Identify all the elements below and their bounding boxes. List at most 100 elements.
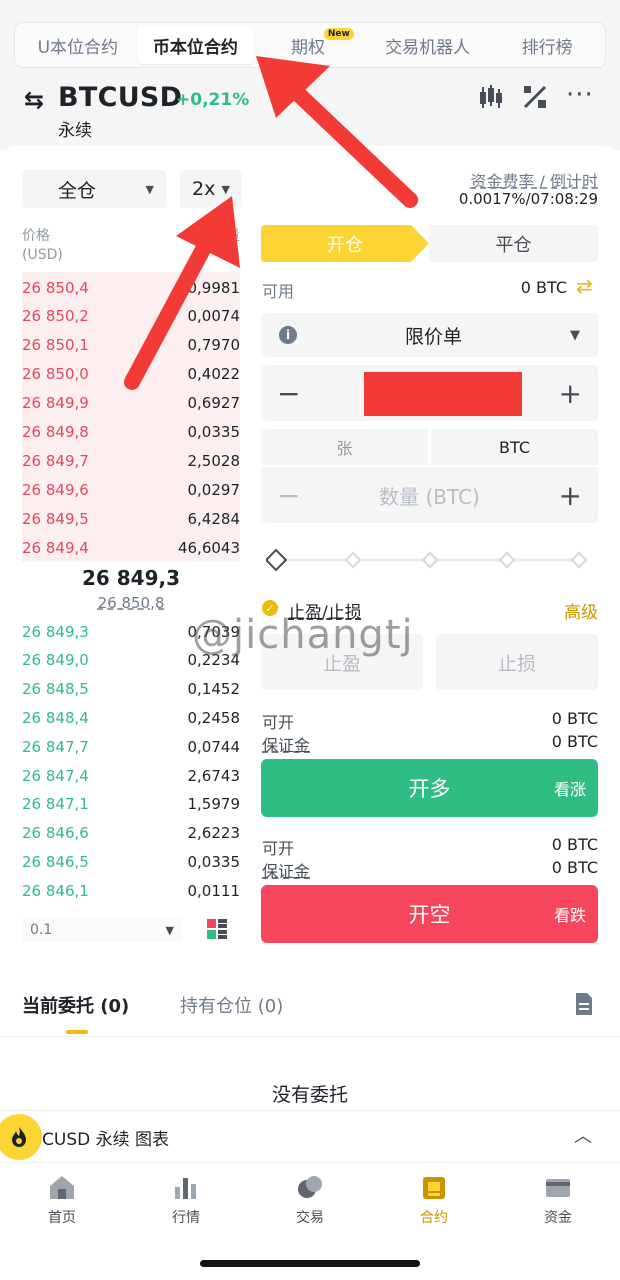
quantity-input[interactable]: 数量 (BTC) — [379, 481, 480, 510]
bid-qty: 2,6223 — [187, 824, 241, 843]
bid-row[interactable]: 26 847,4 2,6743 — [22, 761, 240, 790]
ask-row[interactable]: 26 849,8 0,0335 — [22, 418, 240, 447]
ask-row[interactable]: 26 849,6 0,0297 — [22, 475, 240, 504]
bid-price: 26 846,5 — [22, 852, 89, 871]
bid-price: 26 847,1 — [22, 795, 89, 814]
ask-row[interactable]: 26 849,4 46,6043 — [22, 533, 240, 562]
nav-home[interactable]: 首页 — [0, 1163, 124, 1242]
last-price: 26 849,3 — [81, 566, 181, 590]
chevron-up-icon[interactable]: ︿ — [574, 1122, 592, 1148]
bid-qty: 0,0744 — [187, 737, 241, 756]
bid-row[interactable]: 26 848,4 0,2458 — [22, 703, 240, 732]
ask-row[interactable]: 26 850,4 0,9981 — [22, 273, 240, 302]
caret-down-icon: ▼ — [569, 327, 580, 343]
ask-price: 26 849,7 — [22, 451, 89, 470]
bullish-label: 看涨 — [553, 780, 586, 799]
ask-row[interactable]: 26 849,7 2,5028 — [22, 446, 240, 475]
trade-icon — [298, 1176, 322, 1198]
bid-row[interactable]: 26 846,1 0,0111 — [22, 876, 240, 905]
ask-qty: 0,0335 — [187, 423, 241, 441]
open-short-label: 开空 — [408, 903, 451, 927]
price-header-label: 价格 — [22, 228, 50, 244]
tab-usdt-m[interactable]: U本位合约 — [19, 26, 137, 64]
price-increase-button[interactable]: + — [559, 377, 582, 410]
bid-row[interactable]: 26 846,5 0,0335 — [22, 847, 240, 876]
price-change: +0,21% — [176, 90, 250, 110]
stop-loss-input[interactable]: 止损 — [436, 634, 598, 690]
qty-header-unit: C) — [224, 247, 240, 263]
symbol-name[interactable]: BTCUSD — [58, 82, 182, 113]
divider — [0, 1036, 620, 1037]
ask-qty: 2,5028 — [187, 451, 241, 470]
tab-open-orders[interactable]: 当前委托 (0) — [22, 992, 129, 1018]
qty-increase-button[interactable]: + — [559, 479, 582, 512]
ask-row[interactable]: 26 849,9 0,6927 — [22, 389, 240, 418]
ask-price: 26 850,0 — [22, 365, 89, 384]
nav-futures[interactable]: 合约 — [372, 1163, 496, 1242]
unit-tabs: 张 BTC — [261, 429, 598, 465]
amount-slider[interactable] — [266, 548, 592, 572]
ask-row[interactable]: 26 850,2 0,0074 — [22, 302, 240, 331]
ask-price: 26 849,6 — [22, 480, 89, 499]
ask-price: 26 849,9 — [22, 394, 89, 413]
ask-row[interactable]: 26 849,5 6,4284 — [22, 504, 240, 533]
ask-row[interactable]: 26 850,0 0,4022 — [22, 360, 240, 389]
tab-trading-bots[interactable]: 交易机器人 — [362, 26, 494, 64]
home-icon — [50, 1176, 74, 1199]
nav-wallet[interactable]: 资金 — [496, 1163, 620, 1242]
transfer-icon[interactable]: ⇄ — [576, 274, 593, 298]
margin-mode-dropdown[interactable]: 全仓 ▼ — [22, 170, 166, 208]
flame-glyph — [12, 1127, 26, 1147]
open-long-label: 开多 — [408, 777, 451, 801]
precision-dropdown[interactable]: 0.1 ▼ — [22, 918, 182, 942]
tab-leaderboard[interactable]: 排行榜 — [493, 26, 601, 64]
close-position-tab[interactable]: 平仓 — [429, 225, 598, 262]
order-type-dropdown[interactable]: i 限价单 ▼ — [261, 313, 598, 357]
short-margin-value: 0 BTC — [551, 858, 598, 877]
swap-symbol-icon[interactable]: ⇆ — [24, 86, 44, 114]
unit-tab-btc[interactable]: BTC — [431, 429, 598, 465]
available-label: 可用 — [262, 282, 295, 301]
advanced-link[interactable]: 高级 — [540, 598, 598, 623]
open-long-button[interactable]: 开多 看涨 — [261, 759, 598, 817]
unit-tab-contracts[interactable]: 张 — [261, 429, 428, 465]
more-icon[interactable]: ··· — [566, 80, 594, 110]
leverage-dropdown[interactable]: 2x ▼ — [180, 170, 242, 208]
bid-row[interactable]: 26 846,6 2,6223 — [22, 819, 240, 848]
bid-row[interactable]: 26 847,7 0,0744 — [22, 732, 240, 761]
bid-row[interactable]: 26 847,1 1,5979 — [22, 790, 240, 819]
futures-icon — [423, 1177, 445, 1199]
precision-label: 0.1 — [30, 922, 53, 938]
available-value: 0 BTC — [520, 278, 567, 297]
funding-rate-label[interactable]: 资金费率 / 倒计时 — [300, 168, 598, 192]
open-close-switch: 开仓 平仓 — [261, 225, 598, 262]
orderbook-layout-icon[interactable] — [206, 918, 228, 940]
ask-row[interactable]: 26 850,1 0,7970 — [22, 331, 240, 360]
info-icon[interactable]: i — [279, 326, 297, 344]
leverage-label: 2x — [192, 178, 216, 200]
long-margin-value: 0 BTC — [551, 732, 598, 751]
price-decrease-button[interactable]: − — [277, 377, 300, 410]
markets-icon — [175, 1178, 196, 1199]
candlestick-icon[interactable] — [478, 84, 504, 110]
long-can-open-value: 0 BTC — [551, 709, 598, 728]
caret-down-icon: ▼ — [221, 182, 230, 196]
qty-decrease-button[interactable]: − — [277, 479, 300, 512]
open-short-button[interactable]: 开空 看跌 — [261, 885, 598, 943]
ask-price: 26 850,2 — [22, 307, 89, 326]
order-history-icon[interactable] — [574, 992, 594, 1016]
ask-price: 26 850,4 — [22, 278, 89, 297]
tab-label: 币本位合约 — [152, 37, 238, 58]
nav-trade[interactable]: 交易 — [248, 1163, 372, 1242]
mark-price[interactable]: 26 850,8 — [22, 594, 240, 612]
sticky-title[interactable]: CUSD 永续 图表 — [42, 1125, 169, 1150]
tab-coin-m[interactable]: 币本位合约 — [136, 26, 255, 64]
redacted-price-input[interactable] — [364, 372, 522, 416]
bid-row[interactable]: 26 848,5 0,1452 — [22, 675, 240, 704]
open-position-tab[interactable]: 开仓 — [261, 225, 429, 262]
percent-icon[interactable] — [522, 84, 548, 110]
caret-down-icon: ▼ — [145, 182, 154, 196]
nav-markets[interactable]: 行情 — [124, 1163, 248, 1242]
tab-positions[interactable]: 持有仓位 (0) — [180, 992, 283, 1018]
tab-options[interactable]: 期权 New — [254, 26, 362, 64]
